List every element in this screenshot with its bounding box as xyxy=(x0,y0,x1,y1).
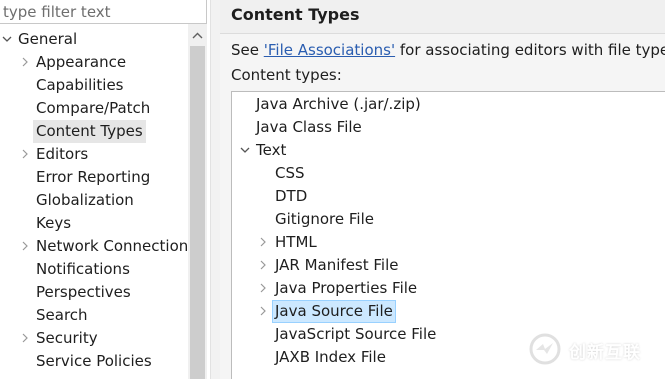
chevron-down-icon[interactable] xyxy=(2,28,14,51)
chevron-down-icon[interactable] xyxy=(240,139,252,162)
chevron-right-icon[interactable] xyxy=(21,51,33,74)
tree-item-editors[interactable]: Editors xyxy=(0,143,188,166)
tree-item-error-reporting[interactable]: Error Reporting xyxy=(0,166,188,189)
description-suffix: for associating editors with file types. xyxy=(395,41,665,59)
content-type-label: HTML xyxy=(275,233,317,251)
content-type-label: CSS xyxy=(275,164,305,182)
chevron-right-icon[interactable] xyxy=(259,300,271,323)
content-type-label: Java Archive (.jar/.zip) xyxy=(256,95,421,113)
tree-item-content-types[interactable]: Content Types xyxy=(0,120,188,143)
pane-divider[interactable] xyxy=(210,0,220,379)
preferences-tree: General Appearance Capabilities Compare/… xyxy=(0,28,188,379)
tree-item-label: Network Connections xyxy=(36,237,188,255)
tree-item-capabilities[interactable]: Capabilities xyxy=(0,74,188,97)
watermark-logo: 创新互联 xyxy=(527,332,665,366)
content-type-label: Java Class File xyxy=(256,118,362,136)
tree-item-search[interactable]: Search xyxy=(0,304,188,327)
tree-item-notifications[interactable]: Notifications xyxy=(0,258,188,281)
watermark-text: 创新互联 xyxy=(569,343,641,363)
tree-item-service-policies[interactable]: Service Policies xyxy=(0,350,188,373)
tree-item-label: Compare/Patch xyxy=(36,99,151,117)
chevron-right-icon[interactable] xyxy=(21,327,33,350)
tree-item-globalization[interactable]: Globalization xyxy=(0,189,188,212)
tree-item-compare-patch[interactable]: Compare/Patch xyxy=(0,97,188,120)
tree-item-label: Service Policies xyxy=(36,352,152,370)
chevron-right-icon[interactable] xyxy=(259,231,271,254)
tree-item-label: Globalization xyxy=(36,191,134,209)
content-type-label: JAR Manifest File xyxy=(275,256,399,274)
watermark-logo-icon xyxy=(529,333,561,365)
content-type-label: Gitignore File xyxy=(275,210,374,228)
content-type-jar-manifest-file[interactable]: JAR Manifest File xyxy=(232,254,472,277)
tree-item-label: Search xyxy=(36,306,88,324)
page-title: Content Types xyxy=(231,5,360,24)
content-type-label: JAXB Index File xyxy=(275,348,386,366)
tree-item-label: Perspectives xyxy=(36,283,131,301)
scrollbar-thumb[interactable] xyxy=(190,46,205,379)
page-header: Content Types xyxy=(220,0,665,34)
tree-item-general[interactable]: General xyxy=(0,28,188,51)
description-prefix: See xyxy=(231,41,264,59)
content-type-label: Text xyxy=(256,141,287,159)
content-types-label: Content types: xyxy=(231,66,342,84)
tree-item-label: Security xyxy=(36,329,98,347)
tree-item-label: Appearance xyxy=(36,53,127,71)
content-type-html[interactable]: HTML xyxy=(232,231,432,254)
chevron-right-icon[interactable] xyxy=(259,277,271,300)
tree-item-label: Editors xyxy=(36,145,89,163)
content-type-text[interactable]: Text xyxy=(232,139,432,162)
tree-item-label: Capabilities xyxy=(36,76,124,94)
content-type-java-properties-file[interactable]: Java Properties File xyxy=(232,277,472,300)
content-type-java-source-file[interactable]: Java Source File xyxy=(232,300,472,323)
content-type-label: Java Properties File xyxy=(275,279,418,297)
chevron-right-icon[interactable] xyxy=(21,235,33,258)
file-associations-link[interactable]: 'File Associations' xyxy=(264,41,395,59)
content-type-label: DTD xyxy=(275,187,308,205)
page-description: See 'File Associations' for associating … xyxy=(231,41,665,59)
tree-item-security[interactable]: Security xyxy=(0,327,188,350)
tree-item-keys[interactable]: Keys xyxy=(0,212,188,235)
preferences-navigation-pane: General Appearance Capabilities Compare/… xyxy=(0,0,210,379)
tree-item-label: General xyxy=(18,30,78,48)
tree-item-network-connections[interactable]: Network Connections xyxy=(0,235,188,258)
chevron-right-icon[interactable] xyxy=(21,143,33,166)
filter-input[interactable] xyxy=(0,0,207,24)
content-type-label: Java Source File xyxy=(272,300,396,323)
content-type-label: JavaScript Source File xyxy=(275,325,437,343)
vertical-scrollbar[interactable] xyxy=(188,24,207,379)
tree-item-label: Content Types xyxy=(33,120,146,143)
tree-item-label: Error Reporting xyxy=(36,168,151,186)
content-types-page: Content Types See 'File Associations' fo… xyxy=(220,0,665,379)
tree-item-perspectives[interactable]: Perspectives xyxy=(0,281,188,304)
chevron-right-icon[interactable] xyxy=(259,254,271,277)
tree-item-label: Keys xyxy=(36,214,72,232)
tree-item-label: Notifications xyxy=(36,260,130,278)
scroll-up-arrow-icon[interactable] xyxy=(188,28,207,44)
tree-item-appearance[interactable]: Appearance xyxy=(0,51,188,74)
